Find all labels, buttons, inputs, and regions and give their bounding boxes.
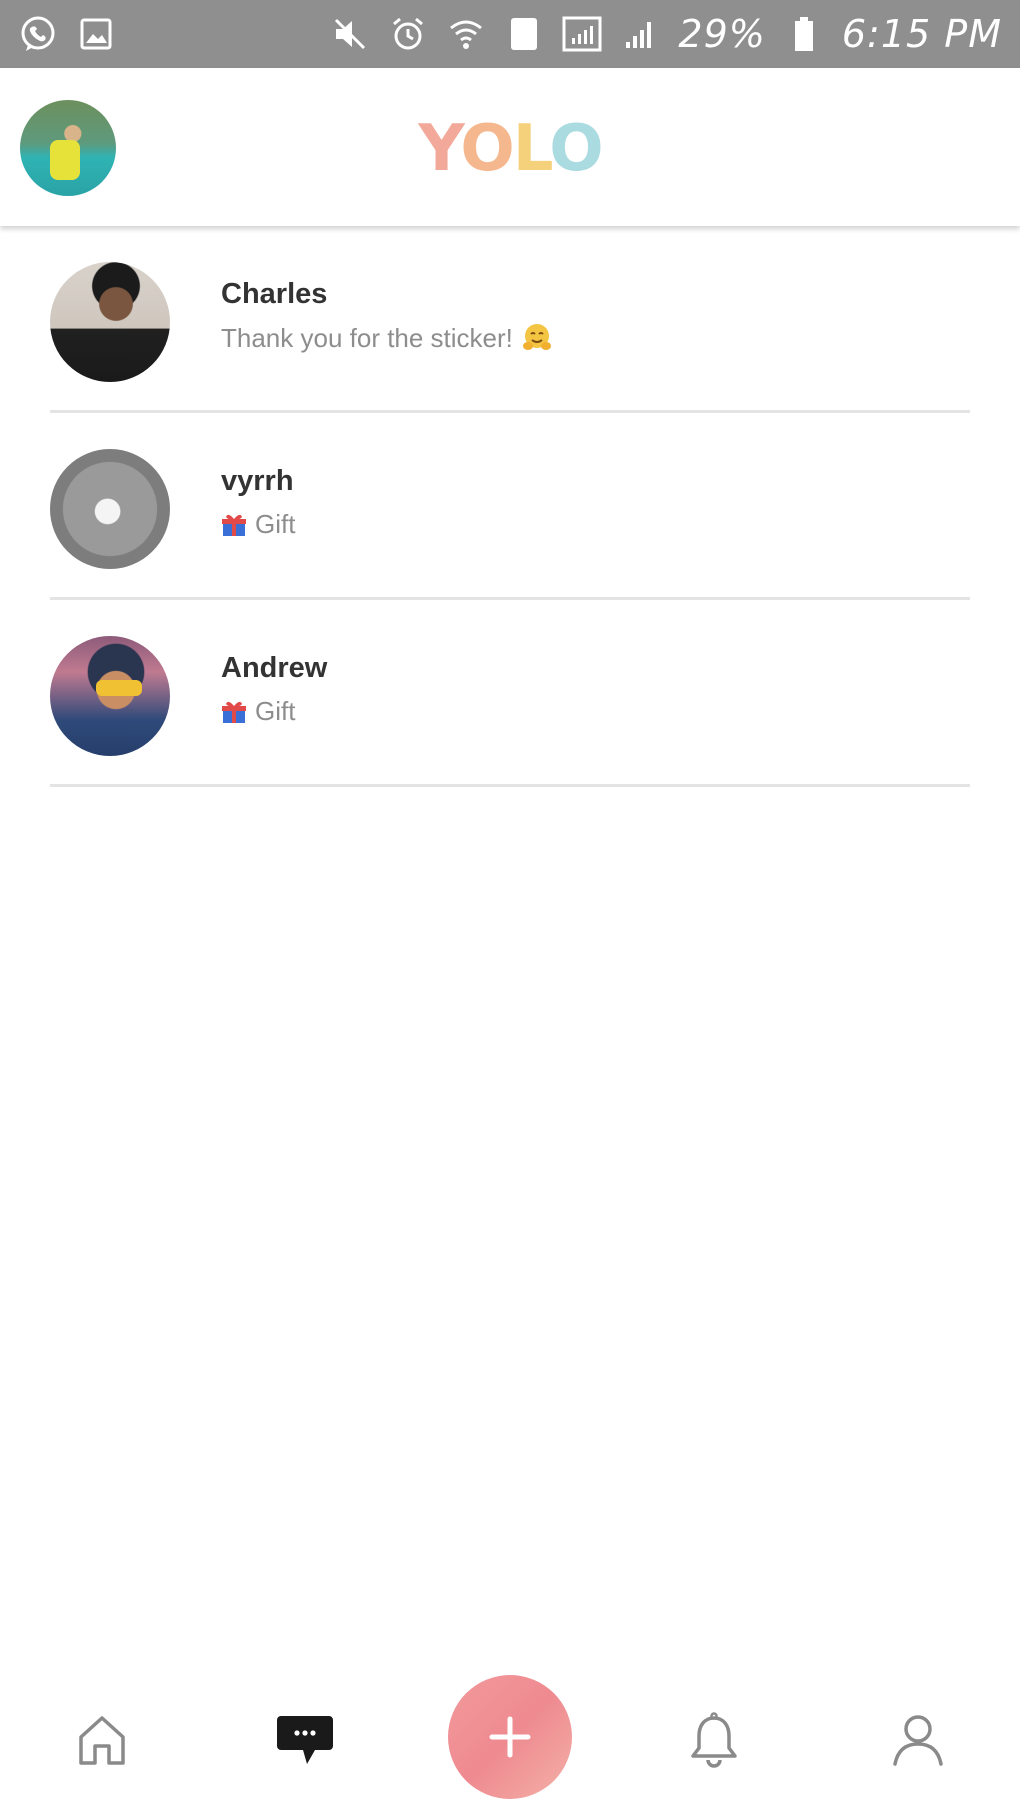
conversation-list: Charles Thank you for the sticker! vyrrh… [0, 226, 1020, 787]
app-header: YOLO [0, 68, 1020, 226]
conversation-preview: Gift [221, 509, 295, 540]
conversation-name: vyrrh [221, 465, 294, 497]
preview-text: Gift [255, 696, 296, 726]
battery-icon [784, 14, 824, 54]
status-right: 29% 6:15 PM [330, 12, 1002, 56]
conversation-preview: Gift [221, 696, 295, 727]
signal-icon [562, 14, 602, 54]
add-icon[interactable] [448, 1675, 572, 1799]
conversation-item-vyrrh[interactable]: vyrrh Gift [50, 413, 970, 600]
avatar-glasses [96, 680, 142, 696]
avatar[interactable] [50, 636, 170, 756]
logo-letter: L [512, 112, 551, 186]
logo-letter: O [549, 112, 603, 186]
conversation-item-andrew[interactable]: Andrew Gift [50, 600, 970, 787]
alarm-icon [388, 14, 428, 54]
conversation-preview: Thank you for the sticker! [221, 322, 553, 354]
signal-icon [620, 14, 660, 54]
conversation-item-charles[interactable]: Charles Thank you for the sticker! [50, 226, 970, 413]
gallery-icon [76, 14, 116, 54]
gift-icon [221, 699, 247, 725]
logo-letter: O [460, 112, 514, 186]
messages-icon[interactable] [275, 1710, 335, 1770]
battery-percentage: 29% [678, 12, 766, 56]
avatar[interactable] [50, 449, 170, 569]
conversation-name: Andrew [221, 652, 328, 684]
wifi-icon [446, 14, 486, 54]
home-icon[interactable] [72, 1710, 132, 1770]
screen: 29% 6:15 PM YOLO Charles Thank you for t… [0, 0, 1020, 1813]
viber-icon [18, 14, 58, 54]
preview-text: Thank you for the sticker! [221, 322, 513, 353]
avatar[interactable] [50, 262, 170, 382]
conversation-name: Charles [221, 278, 328, 310]
notifications-icon[interactable] [684, 1710, 744, 1770]
profile-icon[interactable] [888, 1710, 948, 1770]
app-logo: YOLO [0, 112, 1020, 186]
bottom-nav [0, 1660, 1020, 1813]
hugging-face-emoji-icon [521, 322, 553, 354]
mute-icon [330, 14, 370, 54]
status-bar: 29% 6:15 PM [0, 0, 1020, 68]
logo-letter: Y [418, 112, 462, 186]
sim-icon [504, 14, 544, 54]
status-time: 6:15 PM [841, 12, 1002, 56]
status-left [18, 14, 116, 54]
preview-text: Gift [255, 509, 296, 539]
gift-icon [221, 512, 247, 538]
